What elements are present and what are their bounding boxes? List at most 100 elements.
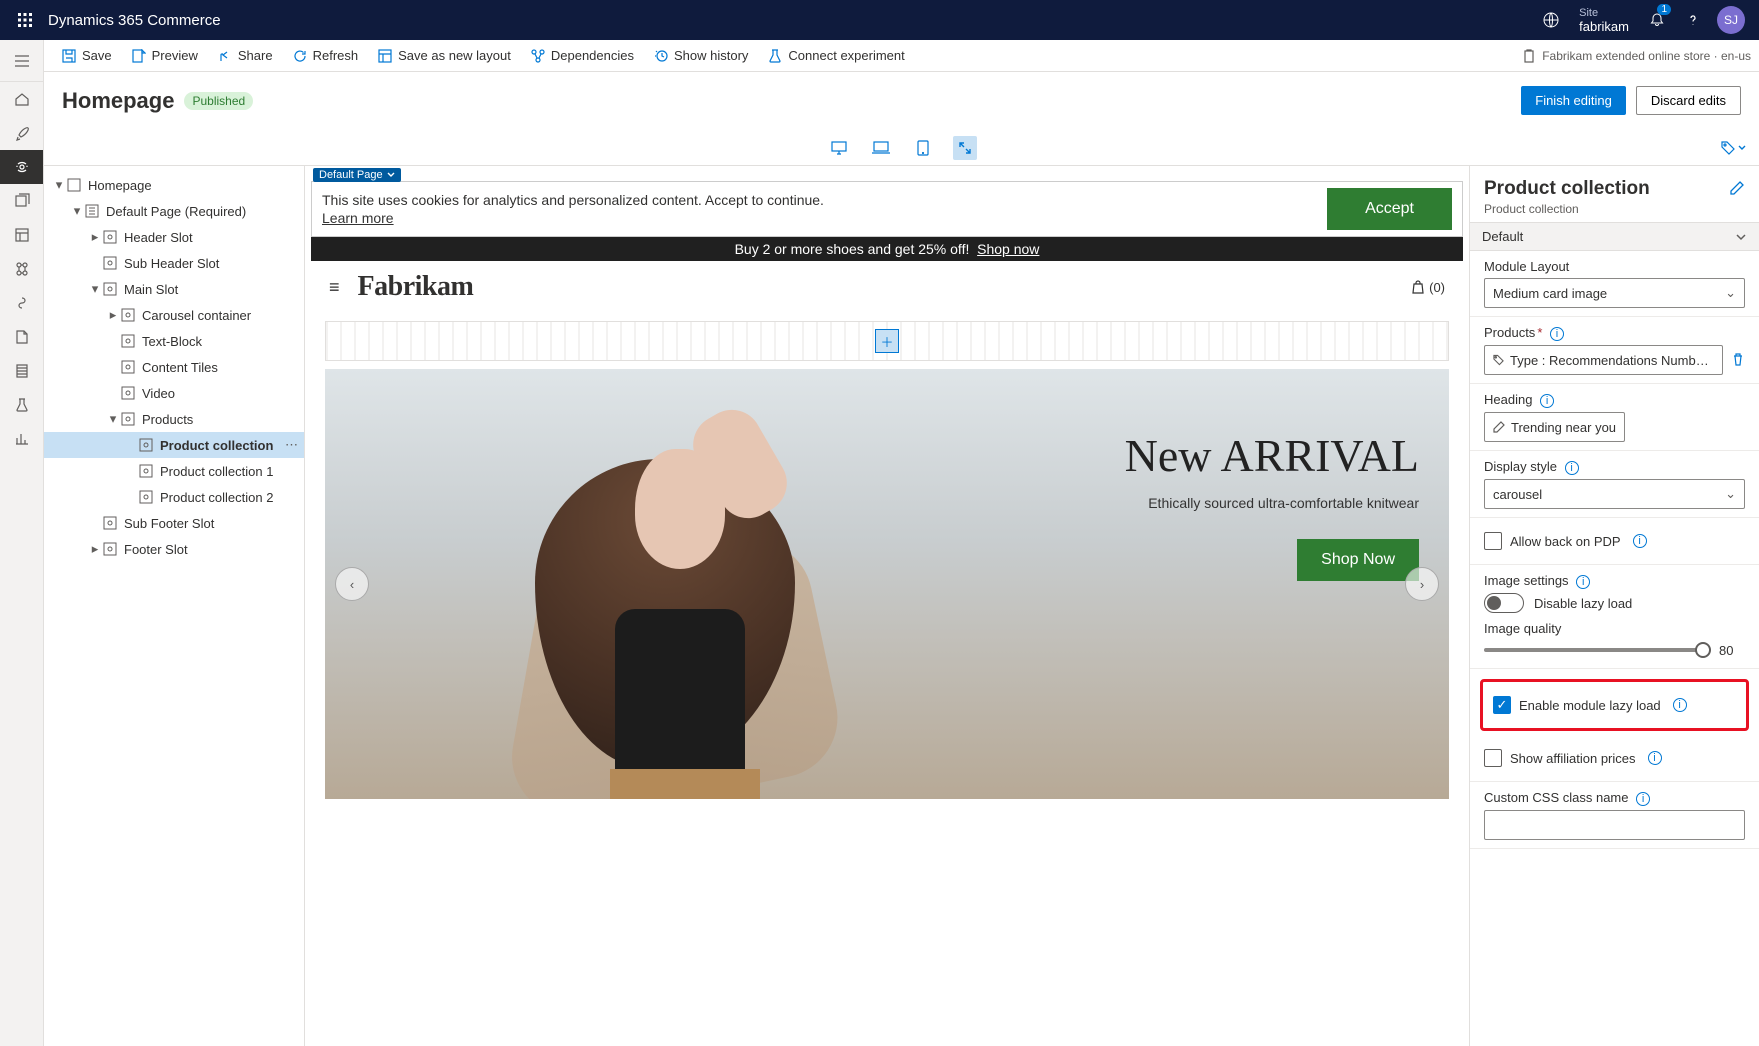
- outline-default-page[interactable]: ▾Default Page (Required): [44, 198, 304, 224]
- nav-media-icon[interactable]: [0, 286, 43, 320]
- notifications-icon[interactable]: 1: [1639, 0, 1675, 40]
- display-style-label: Display style i: [1484, 459, 1745, 475]
- cmd-experiment-label: Connect experiment: [788, 48, 904, 63]
- hero-shop-now-button[interactable]: Shop Now: [1297, 539, 1419, 581]
- image-settings-label: Image settings i: [1484, 573, 1745, 589]
- help-icon[interactable]: [1675, 0, 1711, 40]
- properties-subtitle: Product collection: [1470, 202, 1759, 222]
- custom-css-input[interactable]: [1484, 810, 1745, 840]
- outline-product-collection-2[interactable]: Product collection 2: [44, 484, 304, 510]
- outline-product-collection[interactable]: Product collection⋯: [44, 432, 304, 458]
- site-picker[interactable]: Site fabrikam: [1579, 7, 1629, 33]
- properties-edit-icon[interactable]: [1729, 180, 1745, 199]
- nav-rocket-icon[interactable]: [0, 116, 43, 150]
- nav-hamburger[interactable]: [0, 40, 43, 82]
- cmd-dependencies-label: Dependencies: [551, 48, 634, 63]
- cmd-dependencies[interactable]: Dependencies: [521, 40, 644, 71]
- device-laptop-icon[interactable]: [869, 136, 893, 160]
- nav-pages-icon[interactable]: [0, 150, 43, 184]
- image-quality-slider[interactable]: 80: [1484, 640, 1745, 660]
- notifications-count: 1: [1657, 4, 1671, 15]
- cmd-share-label: Share: [238, 48, 273, 63]
- shopping-bag[interactable]: (0): [1411, 280, 1445, 295]
- info-icon: i: [1648, 751, 1662, 765]
- nav-urls-icon[interactable]: [0, 320, 43, 354]
- cmd-save-as-label: Save as new layout: [398, 48, 511, 63]
- info-icon: i: [1673, 698, 1687, 712]
- outline-main-slot[interactable]: ▾Main Slot: [44, 276, 304, 302]
- chevron-down-icon: ⌄: [1725, 285, 1736, 301]
- nav-fragments-icon[interactable]: [0, 184, 43, 218]
- user-avatar[interactable]: SJ: [1717, 6, 1745, 34]
- outline-sub-header-slot[interactable]: Sub Header Slot: [44, 250, 304, 276]
- hero-title: New ARRIVAL: [1125, 429, 1419, 482]
- storefront-menu-icon[interactable]: ≡: [329, 277, 340, 298]
- carousel-next-button[interactable]: ›: [1405, 567, 1439, 601]
- canvas-mode-toggle[interactable]: [1721, 141, 1747, 155]
- promo-shop-now-link[interactable]: Shop now: [977, 241, 1039, 257]
- products-delete-icon[interactable]: [1731, 352, 1745, 369]
- device-desktop-icon[interactable]: [827, 136, 851, 160]
- publish-status-badge: Published: [184, 92, 253, 110]
- nav-layouts-icon[interactable]: [0, 252, 43, 286]
- outline-text-block[interactable]: Text-Block: [44, 328, 304, 354]
- discard-edits-button[interactable]: Discard edits: [1636, 86, 1741, 115]
- add-module-button[interactable]: ＋: [875, 329, 899, 353]
- outline-video[interactable]: Video: [44, 380, 304, 406]
- cmd-history[interactable]: Show history: [644, 40, 758, 71]
- products-label: Products* i: [1484, 325, 1745, 341]
- nav-analytics-icon[interactable]: [0, 422, 43, 456]
- carousel-prev-button[interactable]: ‹: [335, 567, 369, 601]
- nav-experiments-icon[interactable]: [0, 388, 43, 422]
- cookie-text: This site uses cookies for analytics and…: [322, 192, 824, 208]
- page-title: Homepage: [62, 88, 174, 114]
- display-style-select[interactable]: carousel ⌄: [1484, 479, 1745, 509]
- cmd-refresh[interactable]: Refresh: [283, 40, 369, 71]
- device-preview-bar: [44, 130, 1759, 166]
- cookie-learn-more-link[interactable]: Learn more: [322, 210, 394, 226]
- info-icon: i: [1636, 792, 1650, 806]
- canvas-page-tag[interactable]: Default Page: [313, 168, 401, 182]
- cmd-save-as-layout[interactable]: Save as new layout: [368, 40, 521, 71]
- device-tablet-icon[interactable]: [911, 136, 935, 160]
- heading-edit-button[interactable]: Trending near you: [1484, 412, 1625, 442]
- module-layout-select[interactable]: Medium card image ⌄: [1484, 278, 1745, 308]
- outline-header-slot[interactable]: ▸Header Slot: [44, 224, 304, 250]
- accordion-default[interactable]: Default: [1470, 222, 1759, 251]
- finish-editing-button[interactable]: Finish editing: [1521, 86, 1626, 115]
- outline-products[interactable]: ▾Products: [44, 406, 304, 432]
- outline-product-collection-1[interactable]: Product collection 1: [44, 458, 304, 484]
- nav-templates-icon[interactable]: [0, 218, 43, 252]
- cookie-banner: This site uses cookies for analytics and…: [311, 181, 1463, 237]
- app-launcher[interactable]: [8, 13, 42, 27]
- outline-row-more-icon[interactable]: ⋯: [285, 437, 298, 453]
- allow-back-on-pdp-checkbox[interactable]: Allow back on PDP i: [1484, 526, 1745, 556]
- globe-icon[interactable]: [1533, 0, 1569, 40]
- add-module-slot[interactable]: ＋: [325, 321, 1449, 361]
- enable-module-lazy-load-checkbox[interactable]: ✓ Enable module lazy load i: [1493, 690, 1736, 720]
- disable-lazy-load-toggle[interactable]: [1484, 593, 1524, 613]
- outline-root[interactable]: ▾Homepage: [44, 172, 304, 198]
- cmd-preview[interactable]: Preview: [122, 40, 208, 71]
- nav-home-icon[interactable]: [0, 82, 43, 116]
- show-affiliation-prices-checkbox[interactable]: Show affiliation prices i: [1484, 743, 1745, 773]
- outline-footer-slot[interactable]: ▸Footer Slot: [44, 536, 304, 562]
- site-picker-value: fabrikam: [1579, 20, 1629, 33]
- products-selector[interactable]: Type : Recommendations Number of...: [1484, 345, 1723, 375]
- cmd-experiment[interactable]: Connect experiment: [758, 40, 914, 71]
- cookie-accept-button[interactable]: Accept: [1327, 188, 1452, 230]
- outline-sub-footer-slot[interactable]: Sub Footer Slot: [44, 510, 304, 536]
- page-outline-tree: ▾Homepage ▾Default Page (Required) ▸Head…: [44, 166, 305, 1046]
- device-fullscreen-icon[interactable]: [953, 136, 977, 160]
- cmd-share[interactable]: Share: [208, 40, 283, 71]
- outline-carousel[interactable]: ▸Carousel container: [44, 302, 304, 328]
- info-icon: i: [1576, 575, 1590, 589]
- info-icon: i: [1565, 461, 1579, 475]
- context-store[interactable]: Fabrikam extended online store · en-us: [1522, 49, 1751, 63]
- nav-library-icon[interactable]: [0, 354, 43, 388]
- info-icon: i: [1633, 534, 1647, 548]
- properties-title: Product collection: [1484, 178, 1729, 200]
- cmd-save[interactable]: Save: [52, 40, 122, 71]
- info-icon: i: [1550, 327, 1564, 341]
- outline-content-tiles[interactable]: Content Tiles: [44, 354, 304, 380]
